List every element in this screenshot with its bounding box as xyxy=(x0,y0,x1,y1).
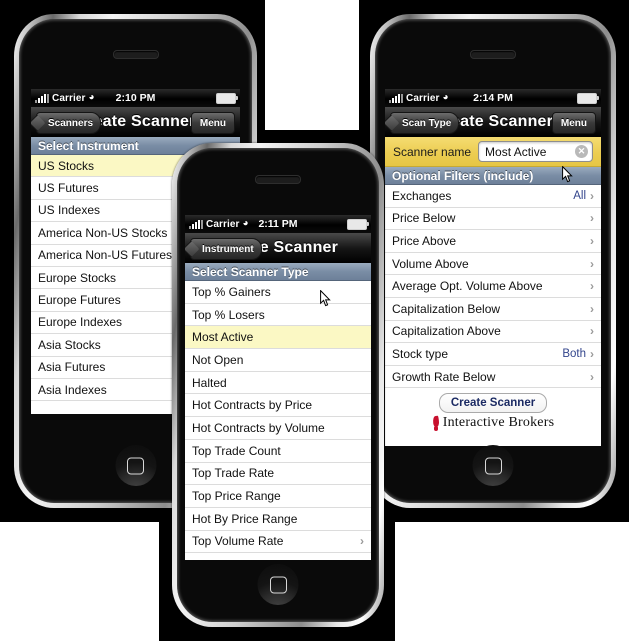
speaker-grille-icon xyxy=(112,50,159,59)
list-item-label: Capitalization Below xyxy=(392,301,501,316)
list-item-label: Stock type xyxy=(392,346,449,361)
screenshot-stage: Carrier ◕ 2:10 PM Scanners Create Scanne… xyxy=(0,0,629,641)
list-item-label: Top Trade Rate xyxy=(192,466,275,481)
scanner-type-list: Top % Gainers Top % Losers Most Active Not … xyxy=(185,281,371,554)
clear-circle-icon[interactable]: ✕ xyxy=(575,145,588,158)
list-item[interactable]: Top Volume Rate › xyxy=(185,530,371,554)
list-item-label: Hot Contracts by Price xyxy=(192,398,313,413)
list-item[interactable]: Halted xyxy=(185,371,371,395)
scanner-name-input[interactable]: Most Active ✕ xyxy=(478,141,593,162)
list-item-label: Average Opt. Volume Above xyxy=(392,279,543,294)
list-item[interactable]: Exchanges All › xyxy=(385,185,601,208)
clock-label: 2:14 PM xyxy=(473,92,513,104)
list-item[interactable]: Growth Rate Below › xyxy=(385,365,601,389)
list-item-label: Top Volume Rate xyxy=(192,534,284,549)
list-item[interactable]: Average Opt. Volume Above › xyxy=(385,275,601,298)
chevron-right-icon: › xyxy=(590,324,594,339)
list-item-label: Hot By Price Range xyxy=(192,511,298,526)
list-item[interactable]: Capitalization Below › xyxy=(385,297,601,321)
list-item-label: Most Active xyxy=(192,330,254,345)
list-item[interactable]: Volume Above › xyxy=(385,252,601,276)
list-item-label: Growth Rate Below xyxy=(392,369,496,384)
phone3-statusbar: Carrier ◕ 2:14 PM xyxy=(385,89,601,107)
brand-label: Interactive Brokers xyxy=(442,415,555,431)
create-scanner-button[interactable]: Create Scanner xyxy=(438,393,548,414)
list-item-label: Top % Losers xyxy=(192,307,265,322)
phone-3: Carrier ◕ 2:14 PM Scan Type Create Scann… xyxy=(370,14,616,508)
chevron-right-icon: › xyxy=(590,301,594,316)
home-button[interactable] xyxy=(115,445,156,486)
list-item[interactable]: Hot Contracts by Volume xyxy=(185,417,371,440)
list-item-label: Volume Above xyxy=(392,256,469,271)
list-item[interactable]: Top Trade Rate xyxy=(185,462,371,486)
list-item[interactable]: Not Open xyxy=(185,349,371,372)
phone1-statusbar: Carrier ◕ 2:10 PM xyxy=(31,89,240,107)
phone1-navbar: Scanners Create Scanner Menu xyxy=(31,107,240,137)
list-item[interactable]: Most Active xyxy=(185,326,371,350)
list-item[interactable]: Top Price Range xyxy=(185,485,371,508)
chevron-right-icon: › xyxy=(590,188,594,203)
speaker-grille-icon xyxy=(255,175,301,184)
clock-label: 2:11 PM xyxy=(258,218,298,230)
chevron-right-icon: › xyxy=(590,211,594,226)
phone2-screen: Carrier ◕ 2:11 PM Instrument Create Scan… xyxy=(185,215,371,560)
list-item-label: Capitalization Above xyxy=(392,324,501,339)
back-button-scanners[interactable]: Scanners xyxy=(36,112,102,134)
list-item-label: Exchanges xyxy=(392,188,452,203)
list-item-label: Price Below xyxy=(392,211,456,226)
list-item-label: Top Price Range xyxy=(192,489,281,504)
back-button-instrument[interactable]: Instrument xyxy=(190,238,262,260)
list-item-label: Top % Gainers xyxy=(192,284,271,299)
phone3-screen: Carrier ◕ 2:14 PM Scan Type Create Scann… xyxy=(385,89,601,446)
interactive-brokers-logo: Interactive Brokers xyxy=(385,415,601,436)
list-item[interactable]: Hot By Price Range xyxy=(185,507,371,531)
chevron-right-icon: › xyxy=(590,369,594,384)
list-item[interactable]: Top Trade Count xyxy=(185,439,371,463)
back-button-scan-type[interactable]: Scan Type xyxy=(390,112,460,134)
clock-label: 2:10 PM xyxy=(115,92,156,104)
chevron-right-icon: › xyxy=(590,346,594,361)
section-header-optional-filters: Optional Filters (include) xyxy=(385,167,601,185)
battery-icon xyxy=(216,93,238,104)
list-item[interactable]: Price Below › xyxy=(385,207,601,231)
battery-icon xyxy=(347,219,369,230)
list-item-label: Price Above xyxy=(392,233,457,248)
list-item-label: Top Trade Count xyxy=(192,443,281,458)
list-item-label: Not Open xyxy=(192,352,244,367)
home-button[interactable] xyxy=(472,445,514,486)
battery-icon xyxy=(577,93,599,104)
section-header-select-scanner-type: Select Scanner Type xyxy=(185,263,371,281)
list-item[interactable]: Hot Contracts by Price xyxy=(185,394,371,418)
home-button[interactable] xyxy=(257,564,299,605)
list-item[interactable]: Price Above › xyxy=(385,230,601,253)
list-item-label: Hot Contracts by Volume xyxy=(192,420,325,435)
speaker-grille-icon xyxy=(470,50,516,59)
menu-button[interactable]: Menu xyxy=(190,112,235,134)
optional-filters-list: Exchanges All › Price Below › Price Above › Vol… xyxy=(385,185,601,389)
chevron-right-icon: › xyxy=(590,279,594,294)
list-item[interactable]: Top % Gainers xyxy=(185,281,371,304)
scanner-name-bar: Scanner name Most Active ✕ xyxy=(385,137,601,167)
phone-2: Carrier ◕ 2:11 PM Instrument Create Scan… xyxy=(172,143,384,627)
list-item[interactable]: Top % Losers xyxy=(185,303,371,327)
list-item[interactable]: Capitalization Above › xyxy=(385,320,601,344)
phone3-navbar: Scan Type Create Scanner Menu xyxy=(385,107,601,137)
scanner-name-value: Most Active xyxy=(485,144,547,159)
chevron-right-icon: › xyxy=(590,256,594,271)
list-item-label: Halted xyxy=(192,375,227,390)
menu-button[interactable]: Menu xyxy=(551,112,596,134)
scanner-name-label: Scanner name xyxy=(393,144,472,159)
list-item-value: All xyxy=(573,189,586,202)
list-item-value: Both xyxy=(562,347,586,360)
chevron-right-icon: › xyxy=(360,534,364,549)
flame-icon xyxy=(432,416,440,431)
create-scanner-button-wrap: Create Scanner xyxy=(385,388,601,416)
phone2-statusbar: Carrier ◕ 2:11 PM xyxy=(185,215,371,233)
phone2-navbar: Instrument Create Scanner xyxy=(185,233,371,263)
list-item[interactable]: Stock type Both › xyxy=(385,343,601,366)
chevron-right-icon: › xyxy=(590,233,594,248)
